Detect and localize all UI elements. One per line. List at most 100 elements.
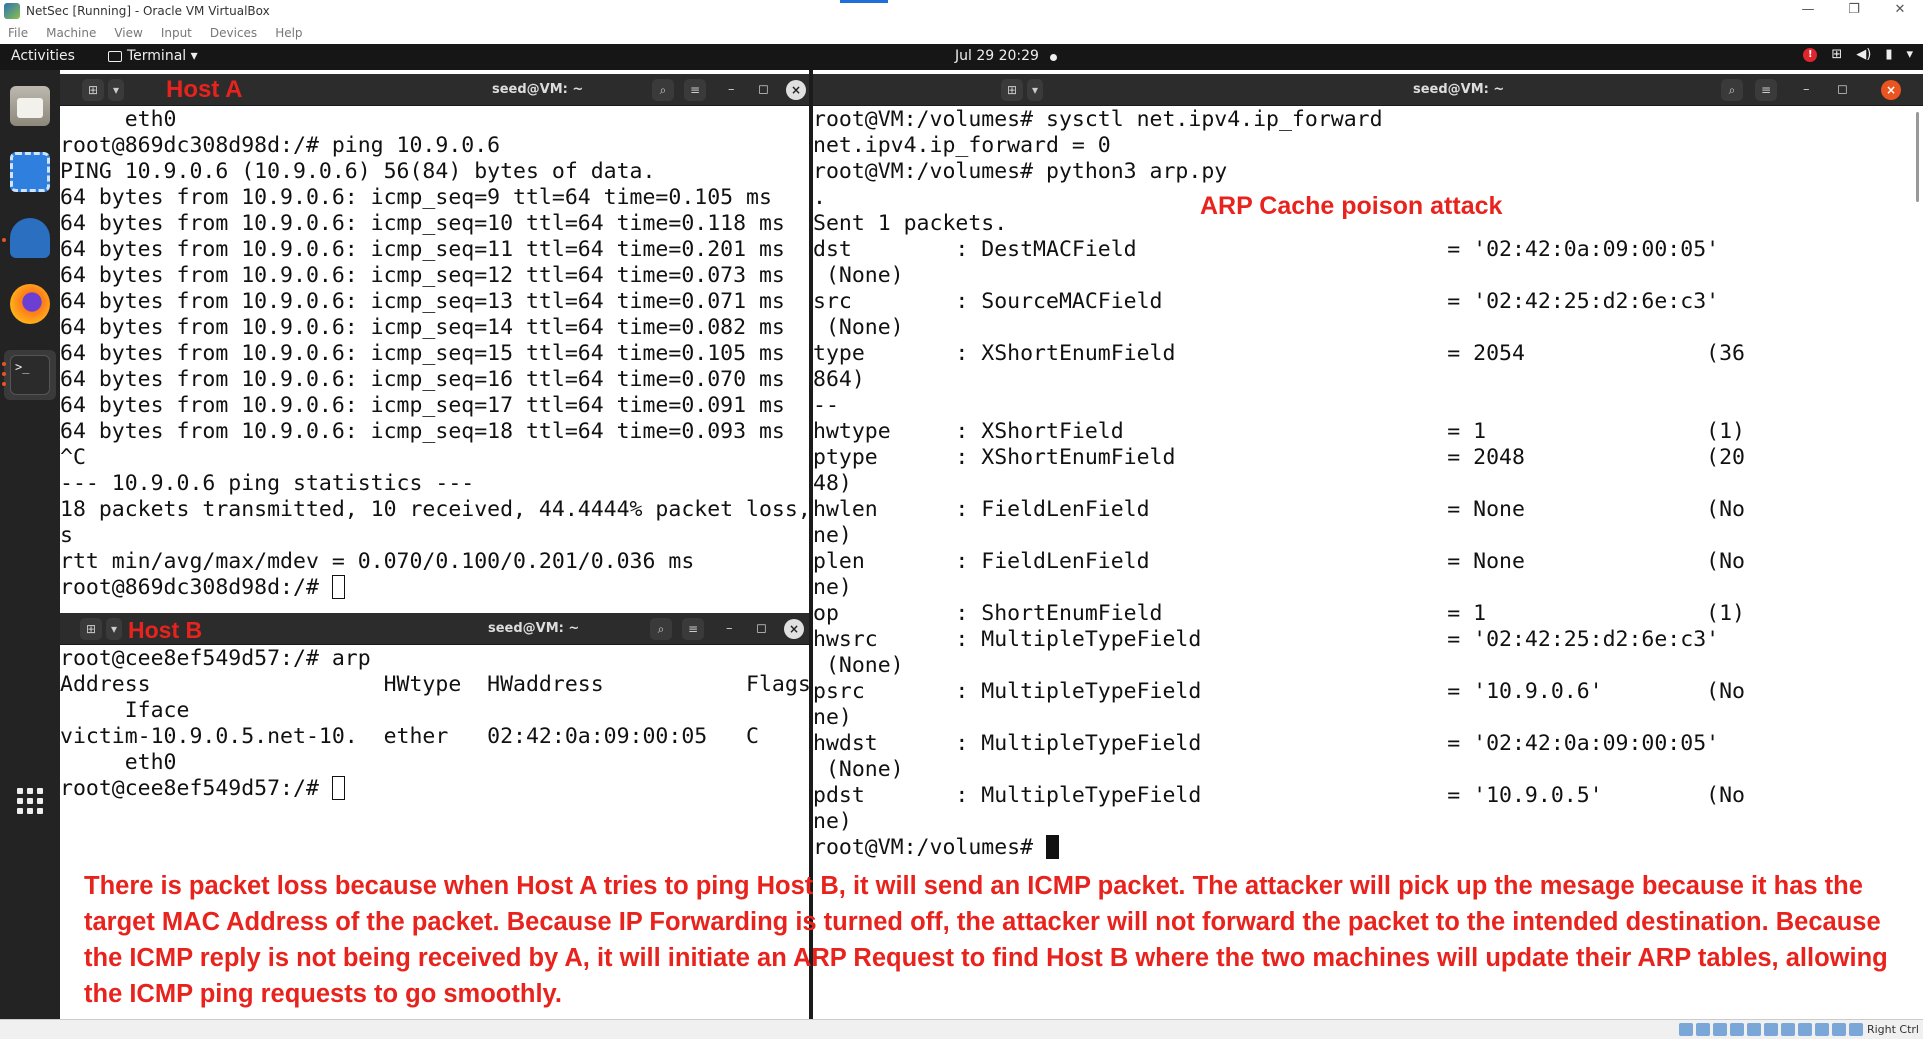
terminal-line: ^C: [60, 445, 86, 470]
firefox-icon[interactable]: [10, 284, 50, 324]
running-indicator: [2, 362, 6, 366]
terminal-line: 64 bytes from 10.9.0.6: icmp_seq=13 ttl=…: [60, 289, 785, 314]
system-tray[interactable]: ! ⊞ ◀) ▮ ▾: [1803, 47, 1913, 62]
search-icon[interactable]: ⌕: [1721, 79, 1743, 101]
terminal-line: (None): [825, 263, 904, 288]
window-title: seed@VM: ~: [1413, 82, 1505, 97]
close-icon[interactable]: ×: [786, 80, 806, 100]
terminal-prompt: root@869dc308d98d:/#: [60, 575, 332, 600]
terminal-line: PING 10.9.0.6 (10.9.0.6) 56(84) bytes of…: [60, 159, 656, 184]
host-a-terminal-output[interactable]: eth0 root@869dc308d98d:/# ping 10.9.0.6 …: [60, 107, 809, 607]
terminal-line: 64 bytes from 10.9.0.6: icmp_seq=17 ttl=…: [60, 393, 785, 418]
terminal-text: root@cee8ef549d57:/# arp Address HWtype …: [60, 646, 809, 802]
terminal-line: 64 bytes from 10.9.0.6: icmp_seq=9 ttl=6…: [60, 185, 772, 210]
terminal-cursor: [331, 575, 345, 599]
wireshark-icon[interactable]: [10, 218, 50, 258]
host-a-titlebar[interactable]: ⊞ ▾ Host A seed@VM: ~ ⌕ ≡ – ◻ ×: [60, 74, 809, 106]
restore-icon[interactable]: ❐: [1831, 0, 1877, 22]
dock-terminal-active[interactable]: >_: [4, 350, 56, 400]
maximize-icon[interactable]: ◻: [756, 621, 767, 636]
terminal-line: pdst : MultipleTypeField = '10.9.0.5' (N…: [813, 783, 1745, 808]
menu-devices[interactable]: Devices: [210, 26, 257, 40]
attacker-header[interactable]: ⊞ ▾ seed@VM: ~ ⌕ ≡ – ◻ ×: [813, 74, 1923, 106]
new-tab-icon[interactable]: ⊞: [1001, 79, 1023, 101]
display-icon: [1781, 1023, 1795, 1036]
terminal-line: root@cee8ef549d57:/# arp: [60, 646, 371, 671]
chevron-down-icon[interactable]: ▾: [1027, 79, 1043, 101]
show-apps-icon[interactable]: [17, 788, 43, 814]
vbox-window-controls: — ❐ ✕: [1785, 0, 1923, 22]
vbox-titlebar: NetSec [Running] - Oracle VM VirtualBox …: [0, 0, 1923, 22]
terminal-line: ne): [813, 705, 852, 730]
terminal-line: hwsrc : MultipleTypeField = '02:42:25:d2…: [813, 627, 1720, 652]
window-title: seed@VM: ~: [488, 621, 580, 636]
close-icon[interactable]: ×: [784, 619, 804, 639]
terminal-line: --- 10.9.0.6 ping statistics ---: [60, 471, 475, 496]
terminal-line: type : XShortEnumField = 2054 (36: [813, 341, 1745, 366]
app-menu-terminal[interactable]: Terminal ▾: [108, 48, 198, 64]
terminal-line: s: [60, 523, 73, 548]
activities-button[interactable]: Activities: [11, 48, 75, 64]
gnome-topbar: Activities Terminal ▾ Jul 29 20:29 ! ⊞ ◀…: [0, 44, 1923, 70]
terminal-line: hwdst : MultipleTypeField = '02:42:0a:09…: [813, 731, 1720, 756]
close-icon[interactable]: ✕: [1877, 0, 1923, 22]
terminal-line: victim-10.9.0.5.net-10. ether 02:42:0a:0…: [60, 724, 759, 749]
new-tab-icon[interactable]: ⊞: [82, 79, 104, 101]
host-a-label: Host A: [166, 76, 243, 103]
terminal-line: op : ShortEnumField = 1 (1): [813, 601, 1745, 626]
search-icon[interactable]: ⌕: [650, 618, 672, 640]
terminal-line: 864): [813, 367, 865, 392]
terminal-line: dst : DestMACField = '02:42:0a:09:00:05': [813, 237, 1720, 262]
terminal-line: .: [813, 185, 826, 210]
search-icon[interactable]: ⌕: [652, 79, 674, 101]
hamburger-menu-icon[interactable]: ≡: [1755, 79, 1777, 101]
maximize-icon[interactable]: ◻: [1837, 82, 1848, 97]
minimize-icon[interactable]: —: [1785, 0, 1831, 22]
minimize-icon[interactable]: –: [728, 82, 735, 97]
network-icon: [1730, 1023, 1744, 1036]
files-icon[interactable]: [10, 86, 50, 126]
new-tab-icon[interactable]: ⊞: [80, 618, 102, 640]
audio-icon: [1713, 1023, 1727, 1036]
vbox-device-icons[interactable]: [1679, 1023, 1863, 1036]
scrollbar[interactable]: [1916, 112, 1919, 202]
screenshot-icon[interactable]: [10, 152, 50, 192]
terminal-line: root@869dc308d98d:/# ping 10.9.0.6: [60, 133, 501, 158]
network-icon: ⊞: [1831, 47, 1843, 62]
terminal-icon: [108, 50, 122, 62]
hamburger-menu-icon[interactable]: ≡: [684, 79, 706, 101]
hamburger-menu-icon[interactable]: ≡: [682, 618, 704, 640]
menu-view[interactable]: View: [114, 26, 142, 40]
close-icon[interactable]: ×: [1881, 80, 1901, 100]
chevron-down-icon[interactable]: ▾: [106, 618, 122, 640]
menu-input[interactable]: Input: [161, 26, 192, 40]
terminal-line: net.ipv4.ip_forward = 0: [813, 133, 1111, 158]
terminal-line: ne): [813, 575, 852, 600]
host-b-titlebar[interactable]: ⊞ ▾ Host B seed@VM: ~ ⌕ ≡ – ◻ ×: [60, 613, 809, 645]
terminal-line: ne): [813, 809, 852, 834]
dock: >_: [0, 70, 60, 1020]
terminal-app-icon: >_: [10, 355, 50, 395]
minimize-icon[interactable]: –: [1803, 82, 1810, 97]
terminal-line: (None): [825, 757, 904, 782]
terminal-prompt: root@VM:/volumes#: [813, 835, 1046, 860]
terminal-line: 64 bytes from 10.9.0.6: icmp_seq=10 ttl=…: [60, 211, 785, 236]
vbox-window-title: NetSec [Running] - Oracle VM VirtualBox: [26, 4, 270, 18]
menu-help[interactable]: Help: [275, 26, 302, 40]
mouse-icon: [1832, 1023, 1846, 1036]
terminal-cursor: [1046, 835, 1059, 859]
arp-attack-annotation: ARP Cache poison attack: [1200, 192, 1503, 220]
terminal-line: 64 bytes from 10.9.0.6: icmp_seq=18 ttl=…: [60, 419, 785, 444]
keyboard-icon: [1849, 1023, 1863, 1036]
menu-machine[interactable]: Machine: [46, 26, 96, 40]
minimize-icon[interactable]: –: [726, 621, 733, 636]
maximize-icon[interactable]: ◻: [758, 82, 769, 97]
vbox-statusbar: Right Ctrl: [0, 1019, 1923, 1039]
alert-icon[interactable]: !: [1803, 47, 1818, 62]
menu-file[interactable]: File: [8, 26, 28, 40]
chevron-down-icon[interactable]: ▾: [108, 79, 124, 101]
terminal-line: psrc : MultipleTypeField = '10.9.0.6' (N…: [813, 679, 1745, 704]
clock[interactable]: Jul 29 20:29: [955, 48, 1039, 64]
terminal-line: (None): [825, 315, 904, 340]
notification-dot: [1050, 54, 1057, 61]
